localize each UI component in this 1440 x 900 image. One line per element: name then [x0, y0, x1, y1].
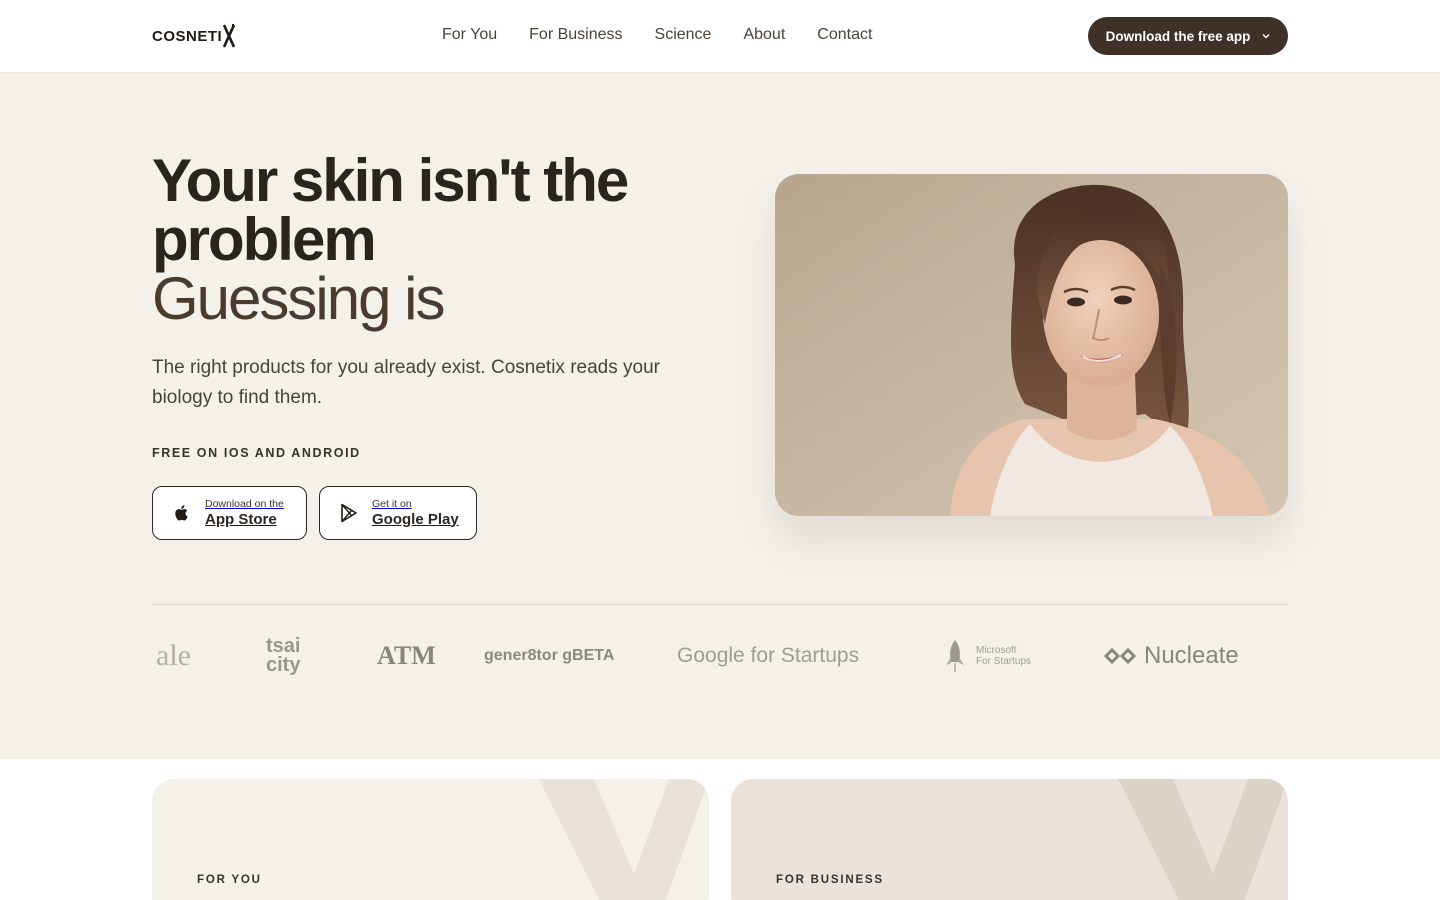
- hero-divider: [152, 604, 1288, 605]
- download-app-label: Download the free app: [1105, 28, 1251, 44]
- nav-about[interactable]: About: [743, 24, 785, 46]
- nucleate-text: Nucleate: [1144, 642, 1239, 669]
- rocket-icon: [946, 640, 964, 672]
- hero-headline: Your skin isn't the problem Guessing is: [152, 151, 752, 332]
- for-business-label: FOR BUSINESS: [776, 874, 884, 886]
- x-watermark-icon: [1118, 779, 1288, 900]
- tsai-city-logo: tsai city: [266, 621, 300, 691]
- nav-science[interactable]: Science: [655, 24, 712, 46]
- x-watermark-icon: [539, 779, 709, 900]
- chevron-down-icon: [1262, 34, 1270, 39]
- google-play-big-text: Google Play: [372, 510, 459, 528]
- google-for-startups-logo: Google for Startups: [677, 644, 860, 667]
- availability-label: FREE ON IOS AND ANDROID: [152, 446, 361, 460]
- nucleate-logo: Nucleate: [1104, 621, 1239, 691]
- cosnetix-logo[interactable]: COSNETI: [152, 24, 236, 48]
- nav-for-you[interactable]: For You: [442, 24, 497, 46]
- logo-text: COSNETI: [152, 27, 223, 45]
- yale-logo: ale: [156, 639, 191, 672]
- tsai-city-line-2: city: [266, 654, 301, 676]
- nav-contact[interactable]: Contact: [817, 24, 872, 46]
- headline-line-1: Your skin isn't the problem: [152, 147, 629, 273]
- for-you-label: FOR YOU: [197, 874, 262, 886]
- app-store-button[interactable]: Download on the App Store: [152, 486, 307, 540]
- logo-x-mark-icon: [223, 24, 236, 48]
- app-store-text: Download on the App Store: [205, 498, 284, 529]
- main-nav: For You For Business Science About Conta…: [442, 24, 872, 46]
- nav-for-business[interactable]: For Business: [529, 24, 622, 46]
- microsoft-text: Microsoft For Startups: [976, 645, 1031, 667]
- hero-portrait-image: [775, 174, 1288, 516]
- audience-cards-section: FOR YOU FOR BUSINESS: [0, 759, 1440, 900]
- microsoft-line-1: Microsoft: [976, 645, 1017, 656]
- microsoft-for-startups-logo: Microsoft For Startups: [944, 621, 1031, 691]
- google-play-text: Get it on Google Play: [372, 498, 459, 529]
- for-you-card[interactable]: FOR YOU: [152, 779, 709, 900]
- google-play-icon: [341, 503, 357, 523]
- app-store-big-text: App Store: [205, 510, 277, 528]
- site-header: COSNETI For You For Business Science Abo…: [0, 0, 1440, 73]
- texas-am-logo: ATM: [377, 641, 436, 670]
- hero-section: Your skin isn't the problem Guessing is …: [0, 73, 1440, 759]
- partner-logos-strip: ale tsai city ATM gener8tor gBETA Google…: [152, 621, 1288, 691]
- apple-icon: [175, 505, 188, 521]
- headline-line-2: Guessing is: [152, 265, 445, 332]
- for-business-card[interactable]: FOR BUSINESS: [731, 779, 1288, 900]
- microsoft-line-2: For Startups: [976, 656, 1032, 667]
- app-store-small-text: Download on the: [205, 497, 284, 510]
- google-play-small-text: Get it on: [372, 497, 412, 510]
- hero-subtext: The right products for you already exist…: [152, 357, 660, 408]
- google-play-button[interactable]: Get it on Google Play: [319, 486, 477, 540]
- smiling-woman-portrait-icon: [775, 174, 1288, 516]
- nucleate-mark-icon: [1104, 647, 1136, 665]
- download-app-button[interactable]: Download the free app: [1088, 17, 1288, 55]
- gener8tor-logo: gener8tor gBETA: [484, 647, 615, 664]
